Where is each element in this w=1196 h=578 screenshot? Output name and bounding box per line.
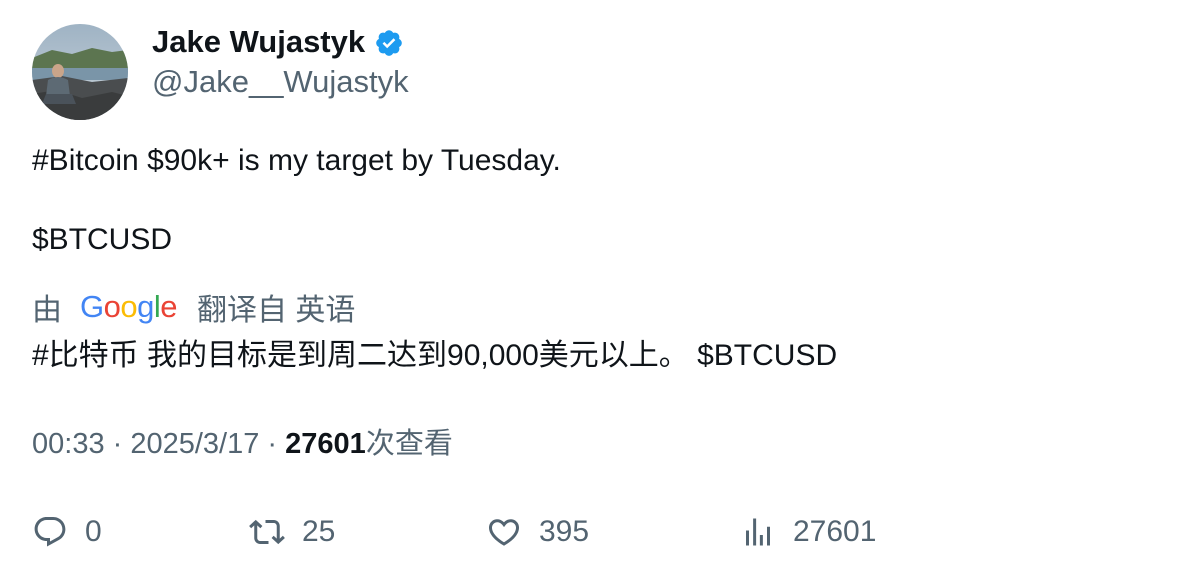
translation-suffix: 翻译自 英语: [197, 294, 356, 327]
like-count: 395: [539, 515, 590, 548]
retweet-count: 25: [302, 515, 336, 548]
reply-icon: [32, 514, 68, 550]
heart-icon: [486, 514, 522, 550]
translation-attribution[interactable]: 由 Google 翻译自 英语: [32, 287, 355, 327]
tweet-text-line-1: #Bitcoin $90k+ is my target by Tuesday.: [32, 144, 561, 177]
tweet-meta: 00:33 · 2025/3/17 · 27601 次查看: [32, 424, 453, 464]
analytics-bar-chart-icon: [740, 514, 776, 550]
reply-button[interactable]: 0: [32, 510, 102, 554]
author-handle[interactable]: @Jake__Wujastyk: [152, 62, 409, 102]
avatar[interactable]: [32, 24, 128, 120]
tweet-actions: 0 25 395 27601: [0, 510, 1196, 554]
views-count: 27601: [285, 428, 366, 460]
views-button[interactable]: 27601: [740, 510, 876, 554]
author-name-row[interactable]: Jake Wujastyk: [152, 22, 404, 62]
tweet-card: Jake Wujastyk @Jake__Wujastyk #Bitcoin $…: [0, 0, 1196, 578]
tweet-time[interactable]: 00:33: [32, 424, 105, 464]
retweet-icon: [249, 514, 285, 550]
avatar-photo-icon: [32, 24, 128, 120]
tweet-date[interactable]: 2025/3/17: [130, 424, 259, 464]
translation-prefix: 由: [32, 294, 62, 327]
views-label: 次查看: [365, 428, 453, 460]
meta-separator: ·: [259, 428, 286, 460]
google-logo-icon: Google: [80, 289, 178, 324]
retweet-button[interactable]: 25: [249, 510, 335, 554]
meta-separator: ·: [104, 428, 131, 460]
reply-count: 0: [85, 515, 102, 548]
author-display-name[interactable]: Jake Wujastyk: [152, 22, 365, 62]
like-button[interactable]: 395: [486, 510, 589, 554]
translated-tweet-text: #比特币 我的目标是到周二达到90,000美元以上。 $BTCUSD: [32, 339, 838, 372]
verified-badge-icon: [374, 28, 404, 58]
views-action-count: 27601: [793, 515, 877, 548]
tweet-text-line-2: $BTCUSD: [32, 223, 173, 256]
